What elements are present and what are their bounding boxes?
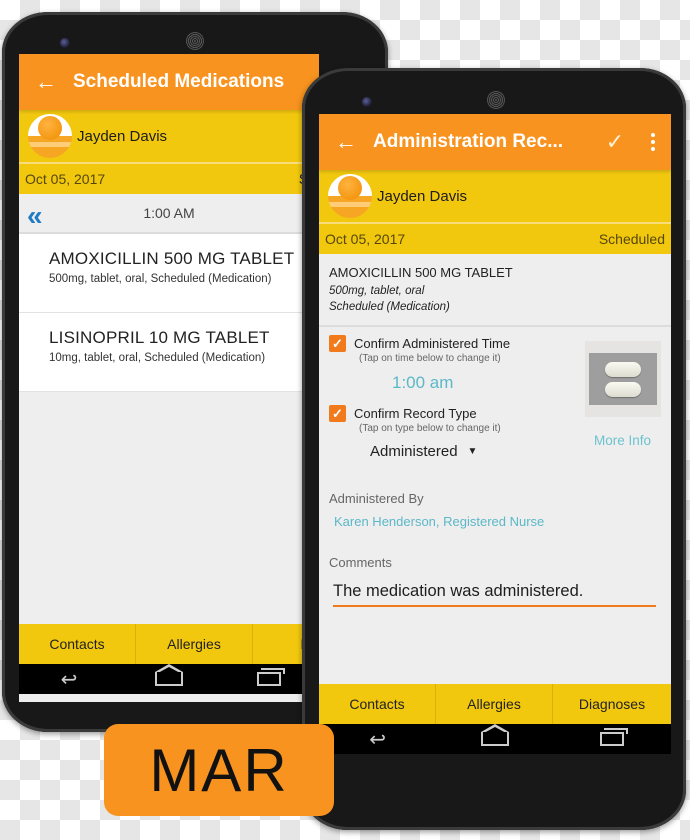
- tab-contacts[interactable]: Contacts: [319, 684, 436, 724]
- home-icon: [480, 724, 509, 746]
- medication-detail: AMOXICILLIN 500 MG TABLET 500mg, tablet,…: [319, 254, 671, 327]
- app-bar: ← Administration Rec... ✓: [319, 114, 671, 170]
- home-icon: [155, 664, 183, 686]
- patient-avatar: [28, 114, 72, 158]
- back-icon: ↩: [60, 668, 78, 691]
- front-camera: [362, 97, 372, 107]
- comments-label: Comments: [329, 555, 392, 570]
- front-camera: [60, 38, 70, 48]
- overflow-menu-icon[interactable]: [635, 133, 671, 151]
- medication-type: Scheduled (Medication): [329, 301, 450, 313]
- medication-description: 500mg, tablet, oral, Scheduled (Medicati…: [49, 273, 272, 285]
- nav-recents-button[interactable]: [554, 724, 671, 754]
- phone-administration-record: ← Administration Rec... ✓ Jayden Davis O…: [302, 68, 686, 830]
- recents-icon: [600, 728, 629, 746]
- earpiece-speaker: [487, 91, 505, 109]
- current-time: 1:00 AM: [143, 205, 195, 221]
- system-nav-bar: ↩: [319, 724, 671, 754]
- medication-photo[interactable]: [585, 341, 661, 417]
- date-bar: Oct 05, 2017 Scheduled: [319, 224, 671, 254]
- medication-name: AMOXICILLIN 500 MG TABLET: [49, 249, 295, 268]
- patient-name: Jayden Davis: [77, 127, 168, 145]
- patient-header[interactable]: Jayden Davis: [319, 170, 671, 224]
- medication-name: AMOXICILLIN 500 MG TABLET: [329, 265, 513, 280]
- back-arrow-icon[interactable]: ←: [319, 131, 373, 153]
- tab-diagnoses[interactable]: Diagnoses: [553, 684, 671, 724]
- patient-header[interactable]: Jayden Davis: [19, 110, 319, 164]
- date-label: Oct 05, 2017: [325, 231, 406, 247]
- medication-name: LISINOPRIL 10 MG TABLET: [49, 328, 270, 347]
- back-arrow-icon[interactable]: ←: [19, 71, 73, 93]
- app-bar-actions: ✓: [595, 114, 671, 170]
- earpiece-speaker: [186, 32, 204, 50]
- confirm-time-label: Confirm Administered Time: [354, 336, 511, 351]
- confirm-type-label: Confirm Record Type: [354, 406, 477, 421]
- confirm-type-checkbox[interactable]: ✓: [329, 405, 346, 422]
- more-info-link[interactable]: More Info: [594, 433, 651, 448]
- medication-dose: 500mg, tablet, oral: [329, 285, 425, 297]
- medication-item[interactable]: LISINOPRIL 10 MG TABLET 10mg, tablet, or…: [19, 313, 319, 392]
- time-navigator: « 1:00 AM: [19, 194, 319, 234]
- medication-list: AMOXICILLIN 500 MG TABLET 500mg, tablet,…: [19, 234, 319, 392]
- nav-back-button[interactable]: ↩: [319, 724, 436, 754]
- medication-item[interactable]: AMOXICILLIN 500 MG TABLET 500mg, tablet,…: [19, 234, 319, 313]
- system-nav-bar: ↩: [19, 664, 319, 694]
- save-check-icon[interactable]: ✓: [595, 129, 635, 155]
- bottom-tab-bar: Contacts Allergies Dia: [19, 624, 319, 664]
- screen: ← Administration Rec... ✓ Jayden Davis O…: [319, 114, 671, 754]
- date-bar: Oct 05, 2017 Sche: [19, 164, 319, 194]
- medication-description: 10mg, tablet, oral, Scheduled (Medicatio…: [49, 352, 266, 364]
- nav-home-button[interactable]: [119, 664, 219, 694]
- date-label: Oct 05, 2017: [25, 171, 106, 187]
- patient-avatar: [328, 174, 372, 218]
- page-title: Administration Rec...: [373, 131, 564, 152]
- administered-by-label: Administered By: [329, 491, 424, 506]
- administered-by-value[interactable]: Karen Henderson, Registered Nurse: [334, 514, 671, 529]
- confirm-time-checkbox[interactable]: ✓: [329, 335, 346, 352]
- record-type-value: Administered: [370, 443, 458, 460]
- double-chevron-left-icon[interactable]: «: [27, 200, 42, 232]
- nav-home-button[interactable]: [436, 724, 553, 754]
- tab-allergies[interactable]: Allergies: [436, 684, 553, 724]
- recents-icon: [257, 668, 285, 686]
- back-icon: ↩: [369, 728, 387, 751]
- status-label: Scheduled: [598, 231, 665, 247]
- tab-allergies[interactable]: Allergies: [136, 624, 253, 664]
- bottom-tab-bar: Contacts Allergies Diagnoses: [319, 684, 671, 724]
- page-title: Scheduled Medications: [73, 71, 285, 92]
- tab-contacts[interactable]: Contacts: [19, 624, 136, 664]
- pill-image: [589, 353, 657, 405]
- pill-shape: [605, 381, 641, 397]
- nav-back-button[interactable]: ↩: [19, 664, 119, 694]
- confirmation-section: ✓ Confirm Administered Time (Tap on time…: [319, 327, 671, 477]
- screen: ← Scheduled Medications Jayden Davis Oct…: [19, 54, 319, 702]
- dropdown-caret-icon: ▼: [467, 446, 478, 457]
- pill-shape: [605, 361, 641, 377]
- patient-name: Jayden Davis: [377, 187, 468, 205]
- comments-input[interactable]: The medication was administered.: [333, 582, 656, 607]
- mar-badge: MAR: [104, 724, 334, 816]
- app-bar: ← Scheduled Medications: [19, 54, 319, 110]
